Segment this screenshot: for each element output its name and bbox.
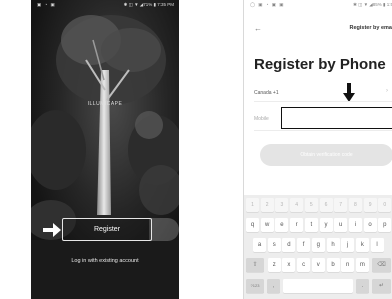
back-arrow-icon[interactable]: ←	[254, 24, 262, 33]
pointer-arrow-icon	[43, 223, 61, 237]
space-bar[interactable]	[283, 279, 353, 293]
key[interactable]: 6	[319, 198, 333, 212]
key[interactable]: q	[246, 218, 259, 232]
status-icons-right: ✱ ◫ ▼ ◢85% ▮ 1:5	[353, 2, 392, 7]
key[interactable]: f	[297, 238, 311, 252]
keyboard-row-2: a s d f g h j k l	[244, 238, 392, 255]
divider	[254, 101, 392, 102]
key[interactable]: j	[341, 238, 355, 252]
key[interactable]: z	[267, 258, 281, 272]
key[interactable]: u	[334, 218, 348, 232]
key[interactable]: g	[311, 238, 325, 252]
key[interactable]: v	[311, 258, 325, 272]
key[interactable]: 4	[290, 198, 304, 212]
divider	[254, 130, 392, 131]
key[interactable]: 9	[363, 198, 377, 212]
register-button-shadow	[149, 218, 179, 241]
key[interactable]: t	[304, 218, 318, 232]
status-bar: ◯ ▣ ◔ ▣ ▣ ✱ ◫ ▼ ◢85% ▮ 1:5	[244, 0, 392, 10]
key[interactable]: 7	[334, 198, 348, 212]
key[interactable]: l	[370, 238, 384, 252]
soft-keyboard: 1 2 3 4 5 6 7 8 9 0 q w e r t y u i o p …	[244, 195, 392, 299]
status-icons-right: ✱ ◫ ▼ ◢71% ▮ 7:35 PM	[123, 2, 174, 7]
key[interactable]: a	[253, 238, 266, 252]
brand-logo: ILLUMICAPE	[87, 101, 123, 107]
key[interactable]: x	[282, 258, 296, 272]
welcome-screen: ▣ ◔ ▣ ✱ ◫ ▼ ◢71% ▮ 7:35 PM ILLUMICAPE Re…	[31, 0, 179, 299]
page-title: Register by Phone	[254, 56, 386, 73]
key[interactable]: p	[378, 218, 392, 232]
chevron-right-icon: ›	[386, 88, 388, 94]
pointer-arrow-down-icon	[343, 83, 355, 102]
status-icons-left: ▣ ◔ ▣	[37, 2, 56, 7]
key[interactable]: 5	[304, 198, 318, 212]
key[interactable]: m	[355, 258, 369, 272]
country-code-selector[interactable]: Canada +1	[254, 90, 279, 96]
mobile-number-input[interactable]	[281, 107, 392, 129]
key[interactable]: d	[282, 238, 296, 252]
night-garden-background	[31, 0, 179, 299]
mobile-label: Mobile	[254, 116, 269, 122]
login-existing-link[interactable]: Log in with existing account	[31, 258, 179, 264]
status-bar: ▣ ◔ ▣ ✱ ◫ ▼ ◢71% ▮ 7:35 PM	[31, 0, 179, 10]
key[interactable]: h	[326, 238, 340, 252]
status-icons-left: ◯ ▣ ◔ ▣ ▣	[250, 2, 285, 7]
key[interactable]: 2	[260, 198, 274, 212]
enter-icon[interactable]: ↵	[372, 279, 391, 293]
key[interactable]: n	[341, 258, 355, 272]
keyboard-number-row: 1 2 3 4 5 6 7 8 9 0	[244, 198, 392, 215]
key[interactable]: w	[260, 218, 274, 232]
register-by-email-link[interactable]: Register by ema	[350, 25, 392, 31]
symbols-key[interactable]: ?123	[246, 279, 264, 293]
keyboard-row-3: ⇧ z x c v b n m ⌫	[244, 258, 392, 275]
key[interactable]: y	[319, 218, 333, 232]
period-key[interactable]: .	[356, 279, 369, 293]
key[interactable]: 1	[246, 198, 259, 212]
key[interactable]: e	[275, 218, 289, 232]
shift-icon[interactable]: ⇧	[246, 258, 264, 272]
keyboard-row-1: q w e r t y u i o p	[244, 218, 392, 235]
keyboard-row-4: ?123 , . ↵	[244, 279, 392, 296]
key[interactable]: b	[326, 258, 340, 272]
comma-key[interactable]: ,	[267, 279, 280, 293]
register-screen: ◯ ▣ ◔ ▣ ▣ ✱ ◫ ▼ ◢85% ▮ 1:5 ← Register by…	[243, 0, 392, 299]
key[interactable]: r	[290, 218, 304, 232]
obtain-verification-code-button[interactable]: Obtain verification code	[260, 144, 392, 166]
key[interactable]: o	[363, 218, 377, 232]
key[interactable]: i	[348, 218, 362, 232]
register-button[interactable]: Register	[62, 218, 152, 241]
key[interactable]: 0	[378, 198, 392, 212]
key[interactable]: k	[355, 238, 369, 252]
key[interactable]: c	[297, 258, 311, 272]
key[interactable]: 8	[348, 198, 362, 212]
key[interactable]: s	[267, 238, 281, 252]
key[interactable]: 3	[275, 198, 289, 212]
backspace-icon[interactable]: ⌫	[372, 258, 391, 272]
